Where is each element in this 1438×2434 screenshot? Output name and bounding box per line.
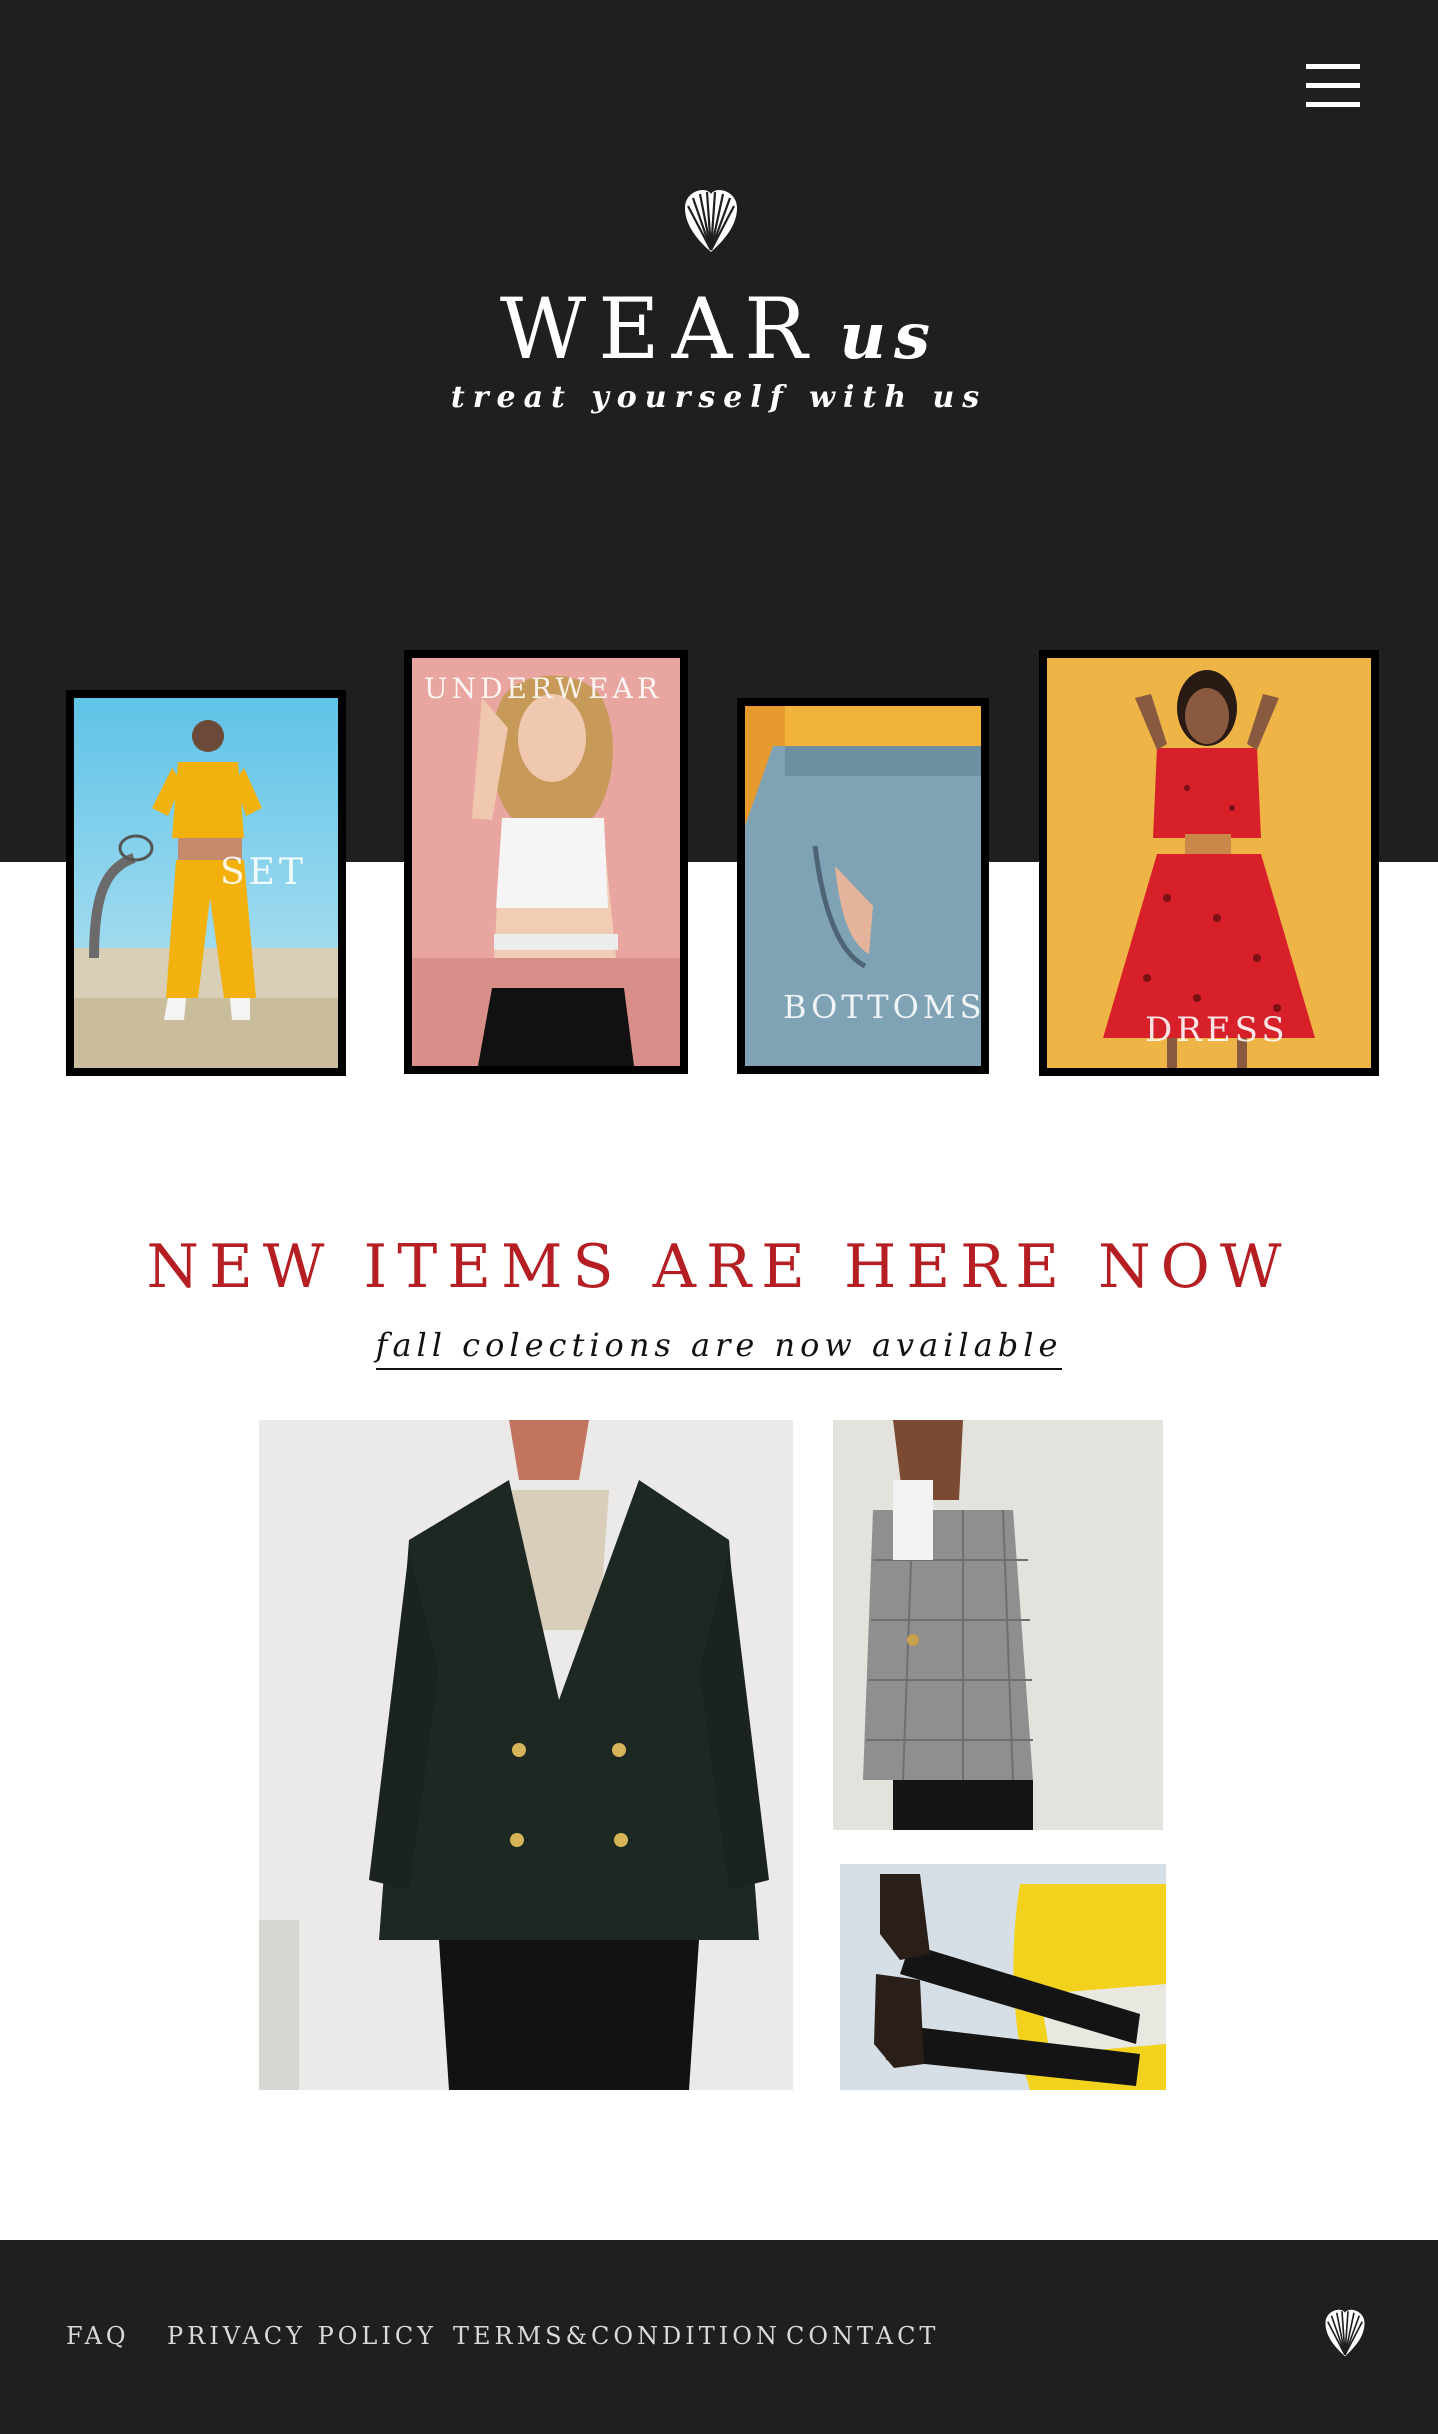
- new-items-subtitle-link[interactable]: fall colections are now available: [375, 1326, 1063, 1370]
- footer-link-terms-condition[interactable]: TERMS&CONDITION: [453, 2322, 781, 2350]
- menu-bar-line: [1306, 102, 1360, 107]
- footer-link-faq[interactable]: FAQ: [66, 2322, 130, 2350]
- photo-black-blazer[interactable]: [259, 1420, 793, 2090]
- hamburger-menu-button[interactable]: [1306, 64, 1360, 108]
- black-blazer-image: [259, 1420, 793, 2090]
- photo-plaid-blazer[interactable]: [833, 1420, 1163, 1830]
- heart-shell-icon[interactable]: [683, 188, 739, 254]
- new-items-subtitle-wrap: fall colections are now available: [0, 1326, 1438, 1370]
- footer-link-contact[interactable]: CONTACT: [786, 2322, 939, 2350]
- category-card-underwear[interactable]: UNDERWEAR: [404, 650, 688, 1074]
- dress-photo: [1047, 658, 1371, 1068]
- category-label: SET: [220, 852, 307, 893]
- new-items-title: NEW ITEMS ARE HERE NOW: [146, 1232, 1292, 1302]
- footer-heart-shell-icon[interactable]: [1324, 2308, 1366, 2358]
- brand-logo-text: WEAR us: [0, 280, 1438, 378]
- category-card-dress[interactable]: DRESS: [1039, 650, 1379, 1076]
- tagline: treat yourself with us: [450, 380, 988, 415]
- brand-main: WEAR: [499, 280, 820, 378]
- menu-bar-line: [1306, 64, 1360, 69]
- boots-image: [840, 1864, 1166, 2090]
- category-card-bottoms[interactable]: BOTTOMS: [737, 698, 989, 1074]
- photo-boots[interactable]: [840, 1864, 1166, 2090]
- category-label: BOTTOMS: [783, 988, 986, 1026]
- category-label: UNDERWEAR: [424, 672, 662, 705]
- category-label: DRESS: [1145, 1010, 1289, 1050]
- footer-link-privacy-policy[interactable]: PRIVACY POLICY: [167, 2322, 437, 2350]
- plaid-blazer-image: [833, 1420, 1163, 1830]
- category-card-set[interactable]: SET: [66, 690, 346, 1076]
- underwear-photo: [412, 658, 680, 1066]
- menu-bar-line: [1306, 83, 1360, 88]
- brand-script: us: [839, 299, 939, 374]
